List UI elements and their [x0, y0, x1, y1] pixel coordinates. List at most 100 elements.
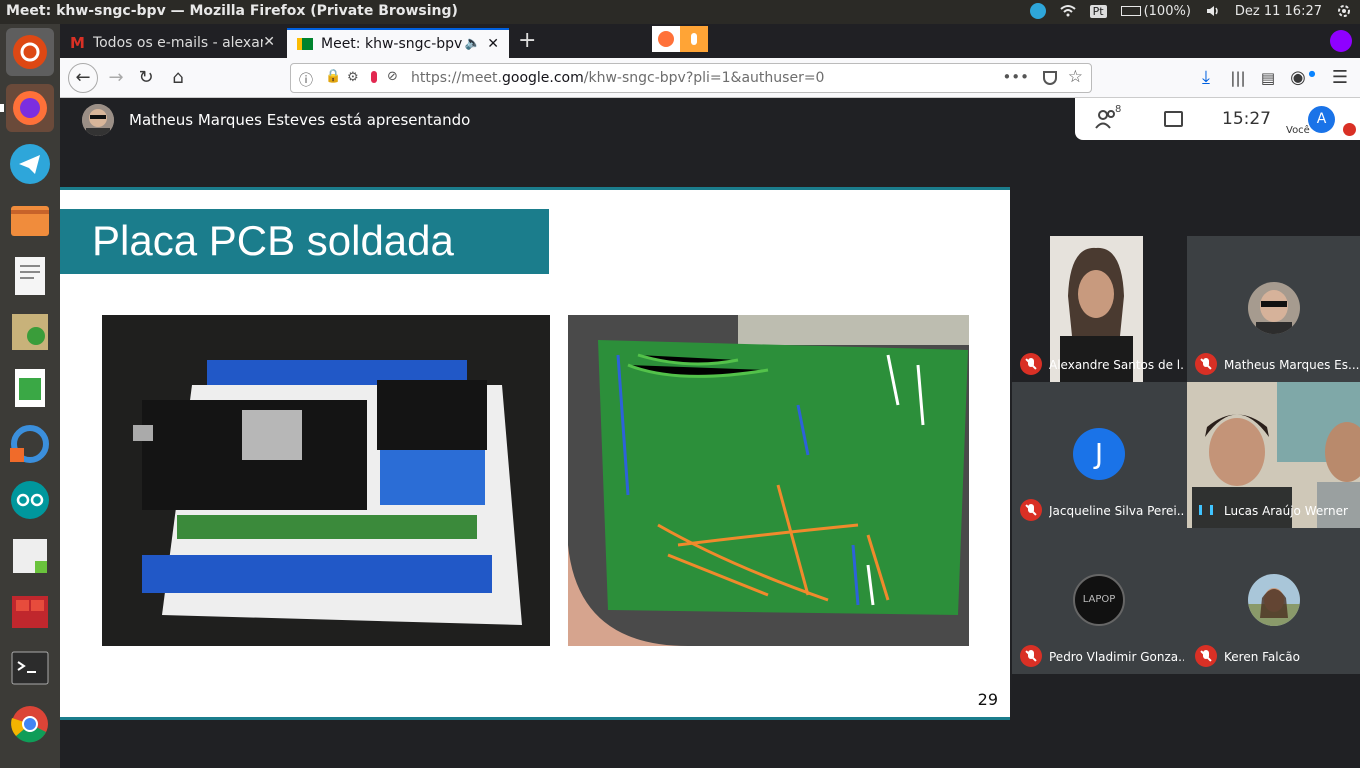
participants-count: 8 [1115, 104, 1122, 115]
participant-tile[interactable]: Alexandre Santos de l... [1012, 236, 1187, 382]
url-domain: google.com [502, 70, 584, 86]
workspace-switcher-icon[interactable] [6, 588, 54, 636]
url-prefix: https://meet. [411, 70, 502, 86]
participant-name: Matheus Marques Es... [1224, 358, 1359, 372]
page-actions-button[interactable]: ••• [1002, 68, 1029, 86]
keyboard-layout-indicator[interactable]: Pt [1089, 4, 1107, 18]
participant-name: Pedro Vladimir Gonza... [1049, 650, 1184, 664]
tab-gmail[interactable]: M Todos os e-mails - alexan ✕ [60, 28, 285, 58]
firefox-sharing-icon [652, 26, 680, 52]
site-info-icon[interactable]: ⓘ [299, 70, 313, 90]
tab-meet[interactable]: Meet: khw-sngc-bpv 🔈 ✕ [287, 28, 509, 58]
participant-name: Lucas Araújo Werner [1224, 504, 1348, 518]
menu-icon[interactable]: ☰ [1328, 66, 1352, 90]
chat-icon[interactable] [1164, 111, 1183, 127]
texmaker-launcher-icon[interactable] [6, 532, 54, 580]
participant-tile[interactable]: J Jacqueline Silva Perei... [1012, 382, 1187, 528]
microphone-permission-icon[interactable] [371, 71, 377, 83]
bookmark-star-icon[interactable]: ☆ [1068, 67, 1083, 87]
ubuntu-dash-icon[interactable] [6, 28, 54, 76]
tab-label: Todos os e-mails - alexan [92, 35, 263, 51]
self-avatar[interactable]: A [1308, 106, 1335, 133]
wifi-icon[interactable] [1059, 3, 1076, 19]
pocket-icon[interactable] [1043, 71, 1057, 85]
participant-name: Alexandre Santos de l... [1049, 358, 1184, 372]
muted-mic-icon [1195, 353, 1217, 375]
telegram-tray-icon[interactable] [1029, 3, 1046, 19]
url-path: /khw-sngc-bpv?pli=1&authuser=0 [583, 70, 825, 86]
terminal-launcher-icon[interactable] [6, 644, 54, 692]
participant-tile[interactable]: LAPOP Pedro Vladimir Gonza... [1012, 528, 1187, 674]
browser-nav-bar: ← → ↻ ⌂ ⓘ 🔒 ⚙ ⊘ https://meet.google.com/… [60, 58, 1360, 98]
home-button[interactable]: ⌂ [166, 66, 190, 90]
openshot-launcher-icon[interactable] [6, 420, 54, 468]
presenter-bar: Matheus Marques Esteves está apresentand… [60, 98, 1060, 142]
volume-icon[interactable] [1205, 3, 1221, 19]
meeting-time: 15:27 [1222, 109, 1271, 129]
arduino-launcher-icon[interactable] [6, 476, 54, 524]
participant-letter-avatar: J [1073, 428, 1125, 480]
muted-mic-icon [1020, 353, 1042, 375]
participant-avatar [1248, 282, 1300, 334]
lock-icon[interactable]: 🔒 [325, 69, 341, 84]
participants-button[interactable]: 8 [1095, 104, 1121, 134]
meet-main-area: Matheus Marques Esteves está apresentand… [60, 98, 1360, 768]
battery-icon [1120, 6, 1141, 16]
close-tab-icon[interactable]: ✕ [487, 36, 499, 52]
permissions-icon[interactable]: ⚙ [347, 70, 359, 85]
slide-page-number: 29 [977, 690, 998, 709]
presenter-avatar [82, 104, 114, 136]
meeting-info-panel: 8 15:27 A Você [1075, 98, 1360, 140]
xfig-launcher-icon[interactable] [6, 308, 54, 356]
system-top-bar: Meet: khw-sngc-bpv — Mozilla Firefox (Pr… [0, 0, 1360, 24]
speaking-indicator-icon [1199, 505, 1213, 515]
text-editor-launcher-icon[interactable] [6, 252, 54, 300]
ubuntu-launcher [0, 24, 60, 768]
participant-tile[interactable]: Keren Falcão [1187, 528, 1360, 674]
battery-status[interactable]: (100%) [1120, 3, 1191, 19]
audio-playing-icon[interactable]: 🔈 [465, 36, 481, 51]
sidebar-icon[interactable]: ▤ [1256, 66, 1280, 90]
url-text[interactable]: https://meet.google.com/khw-sngc-bpv?pli… [411, 70, 824, 86]
participant-tile[interactable]: Lucas Araújo Werner [1187, 382, 1360, 528]
spreadsheet-launcher-icon[interactable] [6, 364, 54, 412]
muted-mic-icon [1020, 499, 1042, 521]
settings-gear-icon[interactable] [1336, 3, 1352, 19]
meet-favicon-icon [297, 38, 313, 50]
microphone-sharing-icon [680, 26, 708, 52]
forward-button[interactable]: → [104, 66, 128, 90]
sharing-indicator[interactable] [652, 26, 708, 52]
pcb-photo-top [102, 315, 550, 646]
muted-mic-icon [1020, 645, 1042, 667]
participant-tile[interactable]: Matheus Marques Es... [1187, 236, 1360, 382]
back-button[interactable]: ← [68, 63, 98, 93]
downloads-icon[interactable]: ⤓ [1194, 66, 1218, 90]
files-launcher-icon[interactable] [6, 196, 54, 244]
self-mic-muted-icon [1343, 123, 1356, 136]
extension-icon[interactable]: ● [1300, 62, 1324, 86]
firefox-launcher-icon[interactable] [0, 84, 54, 132]
url-bar[interactable]: ⓘ 🔒 ⚙ ⊘ https://meet.google.com/khw-sngc… [290, 63, 1092, 93]
autoplay-blocked-icon[interactable]: ⊘ [387, 69, 398, 84]
presentation-slide: Placa PCB soldada 29 [60, 187, 1010, 720]
reload-button[interactable]: ↻ [134, 66, 158, 90]
muted-mic-icon [1195, 645, 1217, 667]
battery-percent: (100%) [1143, 3, 1191, 19]
tab-label: Meet: khw-sngc-bpv [321, 36, 463, 52]
clock[interactable]: Dez 11 16:27 [1235, 4, 1322, 19]
window-title: Meet: khw-sngc-bpv — Mozilla Firefox (Pr… [6, 3, 458, 19]
chrome-launcher-icon[interactable] [6, 700, 54, 748]
self-label: Você [1286, 125, 1310, 136]
telegram-launcher-icon[interactable] [6, 140, 54, 188]
private-browsing-icon [1330, 30, 1352, 52]
close-tab-icon[interactable]: ✕ [263, 34, 275, 50]
participant-name: Jacqueline Silva Perei... [1049, 504, 1184, 518]
pcb-photo-bottom [568, 315, 969, 646]
participant-avatar [1248, 574, 1300, 626]
slide-title-box: Placa PCB soldada [60, 209, 549, 274]
library-icon[interactable]: ||| [1226, 66, 1250, 90]
gmail-favicon-icon: M [70, 34, 85, 52]
browser-tab-bar: M Todos os e-mails - alexan ✕ Meet: khw-… [60, 24, 1360, 58]
new-tab-button[interactable]: + [518, 28, 536, 53]
system-tray: Pt (100%) Dez 11 16:27 [1029, 3, 1352, 19]
